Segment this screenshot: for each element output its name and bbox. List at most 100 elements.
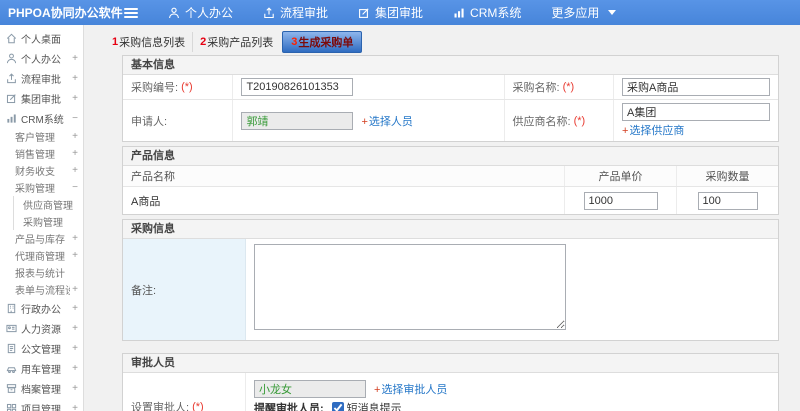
section-title: 审批人员 bbox=[123, 354, 778, 373]
section-title: 采购信息 bbox=[123, 220, 778, 239]
sidebar-item-document-mgmt[interactable]: 公文管理 + bbox=[0, 338, 83, 358]
topnav-flow-approval[interactable]: 流程审批 bbox=[263, 4, 328, 21]
supplier-input[interactable] bbox=[622, 103, 770, 121]
sidebar-item-supplier-mgmt[interactable]: 供应商管理 bbox=[13, 196, 83, 213]
topnav-group-approval[interactable]: 集团审批 bbox=[358, 4, 423, 21]
purchase-no-label: 采购编号: (*) bbox=[123, 75, 234, 99]
sidebar-item-group-approval[interactable]: 集团审批 + bbox=[0, 88, 83, 108]
topnav-more-apps[interactable]: 更多应用 bbox=[551, 4, 617, 21]
sidebar-item-hr[interactable]: 人力资源 + bbox=[0, 318, 83, 338]
collapse-icon[interactable]: − bbox=[72, 113, 78, 124]
doc-icon bbox=[7, 343, 16, 353]
expand-icon[interactable]: + bbox=[72, 250, 78, 261]
expand-icon[interactable]: + bbox=[72, 53, 78, 64]
applicant-label: 申请人: bbox=[123, 100, 234, 141]
sidebar-item-personal-desktop[interactable]: 个人桌面 bbox=[0, 28, 83, 48]
expand-icon[interactable]: + bbox=[72, 165, 78, 176]
form-row: 设置审批人:(*) +选择审批人员 提醒审批人员: 短消息提示 bbox=[123, 373, 778, 411]
user-icon bbox=[169, 7, 179, 18]
purchase-name-input[interactable] bbox=[622, 78, 770, 96]
sidebar-item-project-mgmt[interactable]: 项目管理 + bbox=[0, 398, 83, 411]
hamburger-menu-icon[interactable] bbox=[124, 7, 138, 18]
collapse-icon[interactable]: − bbox=[72, 182, 78, 193]
expand-icon[interactable]: + bbox=[72, 148, 78, 159]
expand-icon[interactable]: + bbox=[72, 131, 78, 142]
sms-remind-checkbox[interactable] bbox=[331, 402, 344, 411]
sidebar-item-reports[interactable]: 报表与统计 bbox=[0, 264, 83, 281]
section-purchase-info: 采购信息 备注: bbox=[122, 219, 779, 341]
approver-input[interactable] bbox=[254, 380, 366, 398]
set-approver-label: 设置审批人: (*) bbox=[123, 373, 246, 411]
sms-remind-label: 短消息提示 bbox=[346, 403, 402, 411]
user-icon bbox=[6, 53, 17, 63]
purchase-name-label: 采购名称: (*) bbox=[505, 75, 614, 99]
sidebar-item-product-inventory[interactable]: 产品与库存 + bbox=[0, 230, 83, 247]
expand-icon[interactable]: + bbox=[72, 233, 78, 244]
form-panel: 基本信息 采购编号:(*) 采购名称:(*) bbox=[122, 55, 779, 411]
required-mark: (*) bbox=[562, 81, 575, 93]
archive-icon bbox=[6, 383, 17, 393]
col-product-name: 产品名称 bbox=[131, 171, 175, 183]
form-row: 采购编号:(*) 采购名称:(*) bbox=[123, 75, 778, 100]
select-person-link[interactable]: +选择人员 bbox=[361, 113, 412, 129]
sidebar-item-sales-mgmt[interactable]: 销售管理 + bbox=[0, 145, 83, 162]
sidebar-item-flow-approval[interactable]: 流程审批 + bbox=[0, 68, 83, 88]
section-product-info: 产品信息 产品名称 产品单价 采购数量 A商品 bbox=[122, 146, 779, 215]
topnav-crm[interactable]: CRM系统 bbox=[453, 4, 521, 21]
select-supplier-link[interactable]: +选择供应商 bbox=[622, 122, 770, 138]
sidebar-item-form-flow-settings[interactable]: 表单与流程设置 + bbox=[0, 281, 83, 298]
expand-icon[interactable]: + bbox=[72, 363, 78, 374]
home-icon bbox=[6, 33, 17, 43]
top-bar: PHPOA协同办公软件 个人办公 流程审批 集团审批 CRM系统 更多应用 bbox=[0, 0, 800, 25]
sidebar-item-admin-office[interactable]: 行政办公 + bbox=[0, 298, 83, 318]
sidebar-item-finance[interactable]: 财务收支 + bbox=[0, 162, 83, 179]
expand-icon[interactable]: + bbox=[72, 343, 78, 354]
topnav-label: 更多应用 bbox=[551, 6, 600, 20]
section-title: 产品信息 bbox=[123, 147, 778, 166]
tab-purchase-info-list[interactable]: 1 采购信息列表 bbox=[105, 32, 192, 52]
section-approver: 审批人员 设置审批人:(*) +选择审批人员 提醒审批人员: bbox=[122, 353, 779, 411]
sidebar-item-archive-mgmt[interactable]: 档案管理 + bbox=[0, 378, 83, 398]
expand-icon[interactable]: + bbox=[72, 284, 78, 295]
project-icon bbox=[6, 403, 17, 411]
tab-generate-purchase-order[interactable]: 3 生成采购单 bbox=[282, 31, 363, 53]
main-content: 1 采购信息列表 2 采购产品列表 3 生成采购单 基本信息 采购编号:(*) bbox=[84, 25, 800, 411]
expand-icon[interactable]: + bbox=[72, 403, 78, 411]
sidebar-item-customer-mgmt[interactable]: 客户管理 + bbox=[0, 128, 83, 145]
expand-icon[interactable]: + bbox=[72, 323, 78, 334]
expand-icon[interactable]: + bbox=[72, 73, 78, 84]
remark-textarea[interactable] bbox=[254, 244, 566, 330]
sidebar-item-agent-mgmt[interactable]: 代理商管理 + bbox=[0, 247, 83, 264]
edit-icon bbox=[6, 93, 16, 103]
caret-down-icon bbox=[608, 10, 617, 15]
col-product-price: 产品单价 bbox=[564, 166, 676, 186]
sidebar: 个人桌面 个人办公 + 流程审批 + 集团审批 + CRM系统 − 客户管理 + bbox=[0, 25, 84, 411]
purchase-no-input[interactable] bbox=[241, 78, 354, 96]
sidebar-item-purchase-mgmt-sub[interactable]: 采购管理 bbox=[13, 213, 83, 230]
topnav-personal-office[interactable]: 个人办公 bbox=[168, 4, 233, 21]
applicant-input[interactable] bbox=[241, 111, 354, 130]
purchase-qty-input[interactable] bbox=[697, 191, 758, 210]
sidebar-item-personal-office[interactable]: 个人办公 + bbox=[0, 48, 83, 68]
plus-icon: + bbox=[361, 115, 368, 128]
expand-icon[interactable]: + bbox=[72, 383, 78, 394]
sidebar-item-vehicle-mgmt[interactable]: 用车管理 + bbox=[0, 358, 83, 378]
expand-icon[interactable]: + bbox=[72, 93, 78, 104]
building-icon bbox=[7, 303, 16, 313]
sidebar-item-purchase-mgmt[interactable]: 采购管理 − bbox=[0, 179, 83, 196]
product-price-input[interactable] bbox=[583, 191, 658, 210]
car-icon bbox=[6, 366, 17, 373]
select-approver-link[interactable]: +选择审批人员 bbox=[374, 381, 447, 397]
section-title: 基本信息 bbox=[123, 56, 778, 75]
tab-purchase-product-list[interactable]: 2 采购产品列表 bbox=[192, 32, 280, 52]
product-name-cell: A商品 bbox=[131, 195, 161, 208]
sidebar-item-crm[interactable]: CRM系统 − bbox=[0, 108, 83, 128]
flow-icon bbox=[264, 6, 274, 18]
top-nav: 个人办公 流程审批 集团审批 CRM系统 更多应用 bbox=[168, 4, 617, 21]
remind-approver-label: 提醒审批人员: bbox=[254, 403, 324, 411]
expand-icon[interactable]: + bbox=[72, 303, 78, 314]
idcard-icon bbox=[6, 324, 17, 332]
product-table-row: A商品 bbox=[123, 187, 778, 214]
flow-icon bbox=[7, 72, 16, 83]
edit-icon bbox=[359, 7, 369, 18]
